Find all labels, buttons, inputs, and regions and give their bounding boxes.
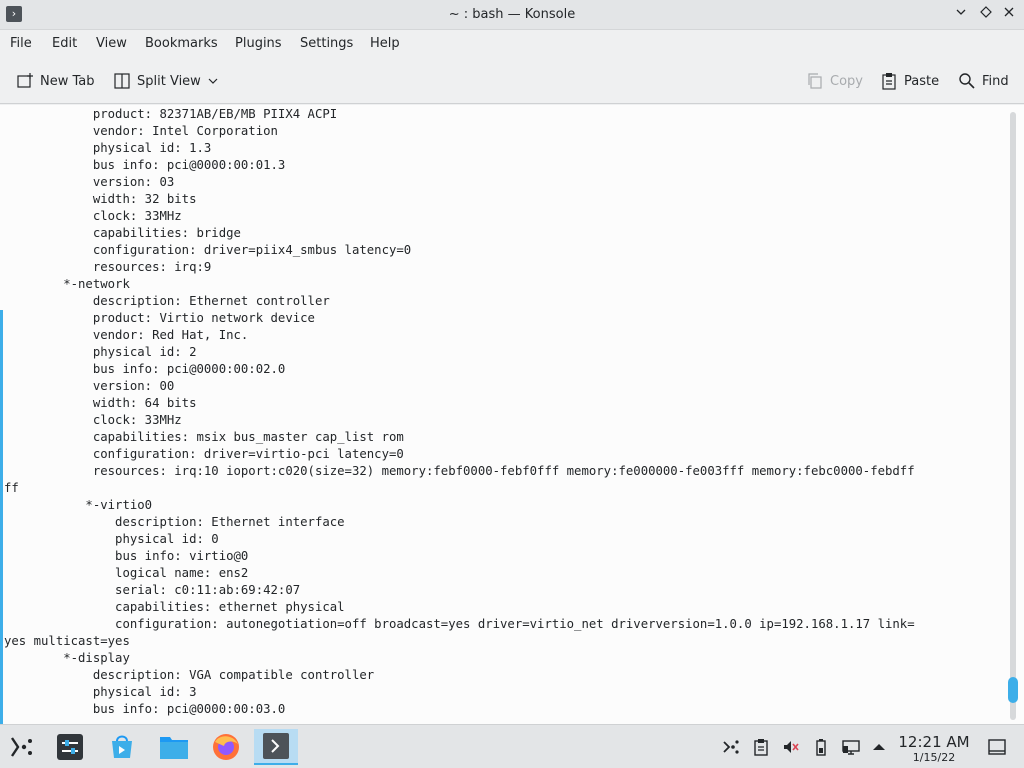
paste-icon (882, 73, 896, 90)
prompt-marker (0, 310, 3, 724)
copy-label: Copy (830, 73, 863, 89)
battery-icon[interactable] (812, 738, 830, 756)
terminal-line: physical id: 0 (4, 532, 219, 546)
split-view-button[interactable]: Split View (113, 70, 219, 92)
system-settings-task[interactable] (48, 729, 92, 765)
show-desktop-icon[interactable] (988, 738, 1006, 756)
find-label: Find (982, 73, 1009, 89)
application-launcher[interactable] (0, 729, 44, 765)
terminal-line: capabilities: bridge (4, 226, 241, 240)
display-icon[interactable] (842, 738, 860, 756)
terminal-line: description: Ethernet interface (4, 515, 345, 529)
terminal-line: configuration: driver=piix4_smbus latenc… (4, 243, 412, 257)
diamond-icon (980, 6, 992, 18)
menu-plugins[interactable]: Plugins (235, 36, 282, 51)
konsole-icon (263, 733, 289, 759)
taskbar-panel: 12:21 AM 1/15/22 (0, 724, 1024, 768)
window-titlebar[interactable]: › ~ : bash — Konsole (0, 0, 1024, 30)
find-button[interactable]: Find (958, 70, 1009, 92)
new-tab-label: New Tab (40, 73, 95, 89)
terminal-line: clock: 33MHz (4, 413, 182, 427)
chevron-down-icon (208, 78, 218, 84)
terminal-line: version: 03 (4, 175, 175, 189)
split-view-icon (114, 73, 130, 89)
terminal-line: ff (4, 481, 19, 495)
split-view-label: Split View (137, 73, 201, 89)
terminal-line: bus info: pci@0000:00:03.0 (4, 702, 286, 716)
file-manager-icon (160, 737, 188, 759)
chevron-down-icon (956, 9, 966, 15)
terminal-line: description: Ethernet controller (4, 294, 330, 308)
terminal-line: physical id: 1.3 (4, 141, 212, 155)
terminal-line: yes multicast=yes (4, 634, 130, 648)
copy-icon (808, 73, 822, 89)
terminal-line: serial: c0:11:ab:69:42:07 (4, 583, 301, 597)
terminal-line: configuration: autonegotiation=off broad… (4, 617, 915, 631)
terminal-line: bus info: pci@0000:00:01.3 (4, 158, 286, 172)
firefox-icon (213, 734, 239, 760)
volume-muted-icon[interactable] (782, 738, 800, 756)
terminal-line: capabilities: msix bus_master cap_list r… (4, 430, 404, 444)
discover-store-icon (112, 735, 132, 758)
discover-task[interactable] (100, 729, 144, 765)
network-settings-icon[interactable] (722, 738, 740, 756)
terminal-line: vendor: Intel Corporation (4, 124, 278, 138)
terminal-line: capabilities: ethernet physical (4, 600, 345, 614)
main-toolbar: New Tab Split View Copy Paste Find (0, 58, 1024, 104)
close-icon (1004, 7, 1014, 17)
system-settings-icon (57, 734, 83, 760)
terminal-line: version: 00 (4, 379, 175, 393)
new-tab-icon (17, 73, 33, 88)
terminal-line: width: 32 bits (4, 192, 197, 206)
scrollbar-thumb[interactable] (1008, 677, 1018, 703)
copy-button[interactable]: Copy (806, 70, 863, 92)
terminal-line: product: Virtio network device (4, 311, 315, 325)
terminal-line: bus info: pci@0000:00:02.0 (4, 362, 286, 376)
clipboard-icon[interactable] (752, 738, 770, 756)
menu-settings[interactable]: Settings (300, 36, 353, 51)
maximize-button[interactable] (977, 6, 995, 24)
application-launcher-icon (11, 737, 32, 757)
paste-label: Paste (904, 73, 940, 89)
konsole-task[interactable] (254, 729, 298, 765)
menu-view[interactable]: View (96, 36, 127, 51)
menu-help[interactable]: Help (370, 36, 400, 51)
terminal-line: vendor: Red Hat, Inc. (4, 328, 249, 342)
tray-expand-icon[interactable] (870, 738, 888, 756)
clock-time[interactable]: 12:21 AM (896, 733, 972, 751)
menu-edit[interactable]: Edit (52, 36, 77, 51)
search-icon (959, 73, 975, 89)
terminal-line: logical name: ens2 (4, 566, 249, 580)
clock-date[interactable]: 1/15/22 (896, 751, 972, 764)
terminal-line: *-network (4, 277, 130, 291)
minimize-button[interactable] (952, 6, 970, 24)
terminal-line: physical id: 3 (4, 685, 197, 699)
terminal-line: *-display (4, 651, 130, 665)
new-tab-button[interactable]: New Tab (16, 70, 95, 92)
file-manager-task[interactable] (152, 729, 196, 765)
firefox-task[interactable] (204, 729, 248, 765)
menu-bar: File Edit View Bookmarks Plugins Setting… (0, 30, 1024, 58)
menu-file[interactable]: File (10, 36, 32, 51)
terminal-line: bus info: virtio@0 (4, 549, 249, 563)
terminal-line: product: 82371AB/EB/MB PIIX4 ACPI (4, 107, 338, 121)
close-button[interactable] (1000, 6, 1018, 24)
terminal-line: width: 64 bits (4, 396, 197, 410)
terminal-line: resources: irq:9 (4, 260, 212, 274)
terminal-line: configuration: driver=virtio-pci latency… (4, 447, 404, 461)
terminal-view[interactable]: product: 82371AB/EB/MB PIIX4 ACPI vendor… (0, 105, 1024, 724)
terminal-line: physical id: 2 (4, 345, 197, 359)
terminal-line: resources: irq:10 ioport:c020(size=32) m… (4, 464, 915, 478)
window-title: ~ : bash — Konsole (448, 7, 576, 22)
terminal-line: description: VGA compatible controller (4, 668, 375, 682)
terminal-scrollbar[interactable] (1008, 112, 1018, 720)
terminal-line: *-virtio0 (4, 498, 153, 512)
paste-button[interactable]: Paste (880, 70, 939, 92)
menu-bookmarks[interactable]: Bookmarks (145, 36, 218, 51)
terminal-line: clock: 33MHz (4, 209, 182, 223)
